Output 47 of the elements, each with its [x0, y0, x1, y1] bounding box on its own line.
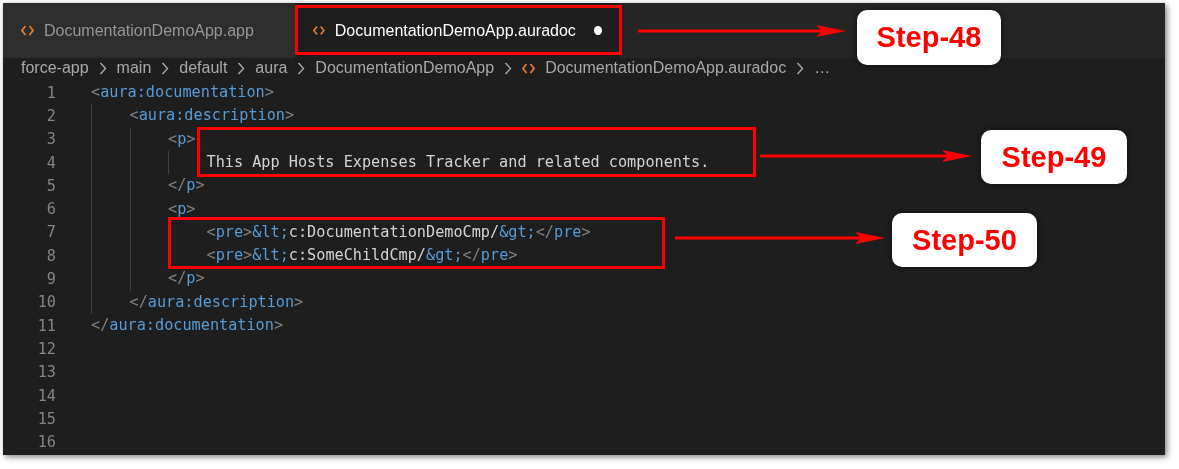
- code-line: <aura:description>: [129, 108, 295, 124]
- chevron-right-icon: [161, 61, 170, 75]
- chevron-right-icon: [796, 61, 805, 75]
- code-line: <p>: [168, 201, 196, 217]
- breadcrumb-item[interactable]: force-app: [21, 59, 89, 77]
- line-number: 10: [36, 293, 56, 312]
- code-icon: [313, 25, 325, 36]
- code-line: </aura:description>: [129, 294, 304, 310]
- line-number: 1: [45, 83, 56, 102]
- line-number: 8: [45, 246, 56, 265]
- step-callout: Step-49: [981, 130, 1127, 184]
- line-number: 5: [45, 176, 56, 195]
- line-number: 9: [45, 270, 56, 288]
- line-number: 11: [36, 316, 56, 335]
- breadcrumb-item[interactable]: aura: [255, 59, 288, 77]
- chevron-right-icon: [98, 61, 107, 75]
- line-number: 7: [45, 223, 56, 242]
- code-line: This App Hosts Expenses Tracker and related components.: [206, 154, 710, 171]
- editor-tab[interactable]: DocumentationDemoApp.app: [3, 3, 295, 58]
- line-number: 15: [36, 409, 56, 428]
- line-number: 3: [45, 130, 56, 149]
- line-number: 16: [36, 433, 56, 452]
- code-line: <pre>&lt;c:SomeChildCmp/&gt;</pre>: [206, 248, 518, 264]
- chevron-right-icon: [504, 61, 513, 75]
- line-number: 2: [45, 106, 56, 125]
- line-number: 4: [45, 153, 56, 172]
- code-line: </p>: [168, 271, 205, 287]
- breadcrumb-item[interactable]: DocumentationDemoApp: [315, 59, 495, 77]
- code-icon: [522, 62, 536, 74]
- line-number: 6: [45, 200, 56, 219]
- breadcrumb-item[interactable]: default: [179, 59, 228, 77]
- line-number: 14: [36, 386, 56, 405]
- breadcrumb-item[interactable]: main: [116, 59, 152, 77]
- code-line: </aura:documentation>: [91, 318, 284, 334]
- line-number: 12: [36, 339, 56, 358]
- chevron-right-icon: [297, 61, 306, 75]
- code-icon: [21, 25, 34, 36]
- code-line: <pre>&lt;c:DocumentationDemoCmp/&gt;</pre>: [206, 224, 591, 241]
- line-number: 13: [36, 363, 56, 382]
- step-callout: Step-48: [857, 10, 1001, 65]
- step-callout: Step-50: [892, 213, 1037, 267]
- code-line: <p>: [168, 131, 196, 147]
- code-line: </p>: [168, 178, 205, 194]
- code-line: <aura:documentation>: [91, 85, 274, 101]
- chevron-right-icon: [237, 61, 246, 75]
- breadcrumb-item[interactable]: …: [814, 59, 831, 77]
- breadcrumb-item[interactable]: DocumentationDemoApp.auradoc: [545, 59, 787, 77]
